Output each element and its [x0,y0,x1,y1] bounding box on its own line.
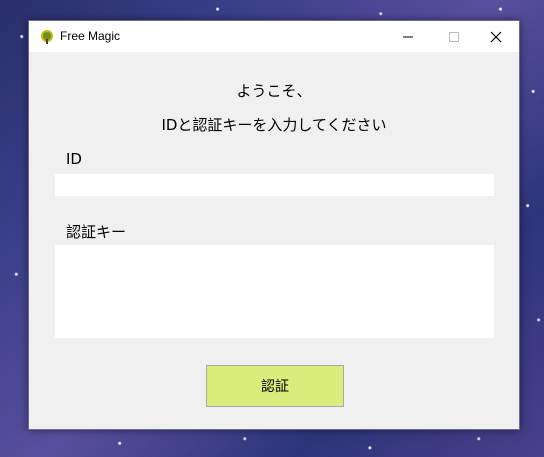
minimize-icon [403,36,413,37]
window-title: Free Magic [60,29,121,43]
login-window: Free Magic ようこそ、 IDと認証キーを入力してください ID 認証キ… [28,20,520,430]
close-button[interactable] [473,21,519,52]
authenticate-button[interactable]: 認証 [206,365,344,407]
title-bar[interactable]: Free Magic [29,21,519,52]
greeting-line-2: IDと認証キーを入力してください [161,116,387,134]
id-label: ID [66,150,82,168]
maximize-button[interactable] [431,21,477,52]
app-logo-icon [41,30,53,44]
close-icon [490,31,502,42]
login-form: ようこそ、 IDと認証キーを入力してください ID 認証キー 認証 [29,52,519,430]
maximize-icon [449,31,459,42]
auth-key-label: 認証キー [66,223,127,241]
minimize-button[interactable] [385,21,431,52]
auth-key-input[interactable] [55,245,494,338]
greeting-line-1: ようこそ、 [236,82,312,100]
id-input[interactable] [55,174,494,196]
